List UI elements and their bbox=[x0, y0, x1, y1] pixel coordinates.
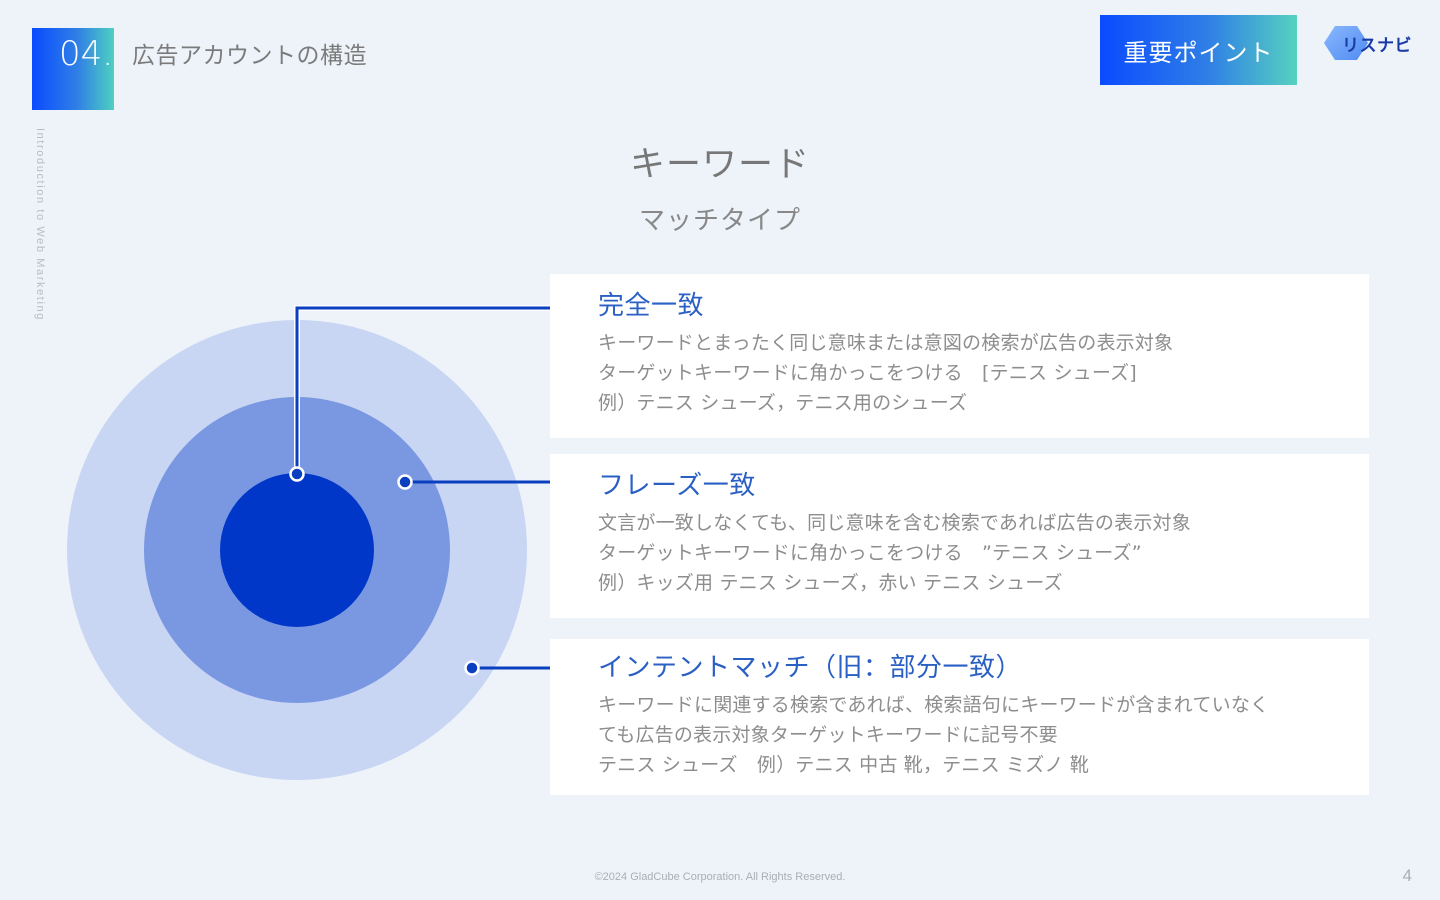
card-example: テニス シューズ 例）テニス 中古 靴，テニス ミズノ 靴 bbox=[598, 754, 1090, 776]
card-example: 例）キッズ用 テニス シューズ，赤い テニス シューズ bbox=[598, 572, 1063, 594]
inner-circle bbox=[220, 473, 374, 627]
section-number-badge: 04. bbox=[32, 28, 114, 110]
outer-circle bbox=[67, 320, 527, 780]
card-syntax: ても広告の表示対象ターゲットキーワードに記号不要 bbox=[598, 724, 1058, 746]
middle-circle bbox=[144, 397, 450, 703]
important-point-badge: 重要ポイント bbox=[1100, 15, 1297, 85]
logo-text: リスナビ bbox=[1342, 36, 1412, 56]
connector-intent-start-dot bbox=[464, 660, 480, 676]
connector-exact-outline bbox=[294, 305, 564, 474]
copyright: ©2024 GladCube Corporation. All Rights R… bbox=[594, 871, 846, 883]
page-number: 4 bbox=[1402, 866, 1412, 885]
page-subheading: マッチタイプ bbox=[638, 206, 801, 236]
card-title: フレーズ一致 bbox=[598, 471, 756, 501]
card-phrase-match: フレーズ一致 文言が一致しなくても、同じ意味を含む検索であれば広告の表示対象 タ… bbox=[550, 454, 1369, 618]
connector-exact bbox=[295, 306, 564, 474]
page-heading: キーワード bbox=[629, 145, 810, 185]
card-exact-match: 完全一致 キーワードとまったく同じ意味または意図の検索が広告の表示対象 ターゲッ… bbox=[550, 274, 1369, 438]
connector-exact-start-dot bbox=[289, 466, 305, 482]
card-description: キーワードとまったく同じ意味または意図の検索が広告の表示対象 bbox=[598, 332, 1174, 354]
card-description: 文言が一致しなくても、同じ意味を含む検索であれば広告の表示対象 bbox=[598, 512, 1191, 534]
card-title: 完全一致 bbox=[598, 291, 705, 321]
card-syntax: ターゲットキーワードに角かっこをつける ”テニス シューズ” bbox=[598, 542, 1142, 564]
card-example: 例）テニス シューズ，テニス用のシューズ bbox=[598, 392, 968, 414]
section-number: 04. bbox=[59, 34, 114, 74]
section-title: 広告アカウントの構造 bbox=[132, 43, 367, 69]
logo: リスナビ bbox=[1324, 24, 1414, 62]
connector-phrase-start-dot bbox=[397, 474, 413, 490]
card-description: キーワードに関連する検索であれば、検索語句にキーワードが含まれていなく bbox=[598, 694, 1270, 716]
card-syntax: ターゲットキーワードに角かっこをつける [テニス シューズ] bbox=[598, 362, 1137, 384]
card-intent-match: インテントマッチ（旧：部分一致） キーワードに関連する検索であれば、検索語句にキ… bbox=[550, 639, 1369, 795]
card-title: インテントマッチ（旧：部分一致） bbox=[598, 653, 1023, 683]
